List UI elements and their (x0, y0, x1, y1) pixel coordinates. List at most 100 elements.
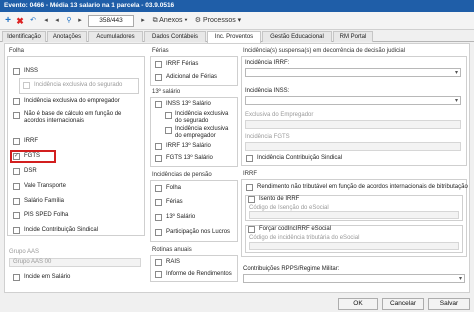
inss-checkbox[interactable] (13, 68, 20, 75)
inss-13-label: INSS 13º Salário (166, 101, 211, 107)
incide-sindical-label: Incide Contribuição Sindical (24, 227, 99, 233)
susp-inss-label: Incidência INSS: (245, 88, 290, 94)
pensao-13-label: 13º Salário (166, 214, 196, 220)
pensao-folha-checkbox[interactable] (155, 185, 162, 192)
incide-sindical-checkbox[interactable] (13, 227, 20, 234)
susp-emp-field[interactable] (245, 120, 461, 129)
back-icon[interactable]: ◂ (41, 14, 51, 28)
x-icon[interactable]: ✖ (15, 14, 25, 28)
informe-checkbox[interactable] (155, 271, 162, 278)
rpps-label: Contribuições RPPS/Regime Militar: (243, 266, 340, 272)
pensao-folha-label: Folha (166, 185, 182, 191)
dsr-label: DSR (24, 168, 37, 174)
susp-sindical-checkbox[interactable] (246, 155, 253, 162)
aas-label: Grupo AAS 00 (13, 259, 52, 265)
toolbar: + ✖ ↶ ◂ ◂ ⚲ ▸ 358/443 ▸ ⧉ Anexos ▾ ⚙ Pro… (0, 12, 474, 30)
next-icon[interactable]: ▸ (138, 14, 148, 28)
ferias-title: Férias (152, 48, 169, 54)
cod-inc-field[interactable] (249, 242, 459, 250)
inss-seg-label: Incidência exclusiva do segurado (34, 82, 123, 88)
forcar-label: Forçar codIncIRRF eSocial (259, 226, 332, 232)
record-counter: 358/443 (88, 15, 134, 27)
pensao-part-label: Participação nos Lucros (166, 229, 231, 235)
tab-anotacoes[interactable]: Anotações (47, 31, 87, 42)
window-title: Evento: 0466 - Média 13 salario na 1 par… (0, 0, 474, 12)
inss-13-checkbox[interactable] (155, 101, 162, 108)
susp-irrf-select[interactable] (245, 68, 461, 77)
plus-icon[interactable]: + (3, 14, 13, 28)
inss-label: INSS (24, 68, 39, 74)
irrf-ferias-checkbox[interactable] (155, 61, 162, 68)
undo-icon[interactable]: ↶ (28, 14, 38, 28)
tab-identificacao[interactable]: Identificação (2, 31, 46, 42)
rpps-select[interactable] (243, 274, 465, 283)
aas-title: Grupo AAS (9, 249, 40, 255)
susp-fgts-label: Incidência FGTS (245, 134, 290, 140)
susp-inss-select[interactable] (245, 96, 461, 105)
rend-nao-trib-label: Rendimento não tributável em função de a… (257, 184, 468, 190)
rais-checkbox[interactable] (155, 259, 162, 266)
isento-irrf-checkbox[interactable] (248, 196, 255, 203)
irrf-13-checkbox[interactable] (155, 143, 162, 150)
folha-title: Folha (9, 48, 25, 54)
susp-title: Incidência(s) suspensa(s) em decorrência… (243, 48, 406, 54)
cancel-button[interactable]: Cancelar (382, 298, 424, 310)
susp-emp-label: Exclusiva do Empregador (245, 112, 314, 118)
forcar-checkbox[interactable] (248, 226, 255, 233)
cod-isencao-field[interactable] (249, 211, 459, 219)
susp-irrf-label: Incidência IRRF: (245, 60, 290, 66)
tab-dados-contabeis[interactable]: Dados Contábeis (144, 31, 206, 42)
arrow-icon[interactable]: ▸ (75, 14, 85, 28)
anexos-button[interactable]: ⧉ Anexos ▾ (150, 14, 190, 28)
fgts-13-label: FGTS 13º Salário (166, 155, 213, 161)
processos-button[interactable]: ⚙ Processos ▾ (192, 14, 244, 28)
search-icon[interactable]: ⚲ (64, 14, 74, 28)
tab-rm-portal[interactable]: RM Portal (333, 31, 373, 42)
vale-checkbox[interactable] (13, 183, 20, 190)
irrf-checkbox[interactable] (13, 138, 20, 145)
inss-seg-checkbox[interactable] (23, 82, 30, 89)
ok-button[interactable]: OK (338, 298, 378, 310)
dsr-checkbox[interactable] (13, 168, 20, 175)
nao-base-checkbox[interactable] (13, 112, 20, 119)
anexos-label: Anexos (159, 17, 183, 24)
susp-fgts-field[interactable] (245, 142, 461, 151)
vale-label: Vale Transporte (24, 183, 66, 189)
tab-bar: Identificação Anotações Acumuladores Dad… (0, 31, 474, 43)
decimo-seg-label: Incidência exclusiva do segurado (175, 111, 229, 124)
pensao-ferias-checkbox[interactable] (155, 199, 162, 206)
salfam-label: Salário Família (24, 198, 65, 204)
fgts-13-checkbox[interactable] (155, 155, 162, 162)
adic-ferias-checkbox[interactable] (155, 74, 162, 81)
rotinas-title: Rotinas anuais (152, 247, 192, 253)
pensao-title: Incidências de pensão (152, 172, 212, 178)
irrf-13-label: IRRF 13º Salário (166, 143, 211, 149)
pis-label: PIS SPED Folha (24, 212, 69, 218)
irrf-section-title: IRRF (243, 171, 257, 177)
fgts-checkbox[interactable] (13, 152, 20, 160)
rend-nao-trib-checkbox[interactable] (246, 184, 253, 191)
tab-inc-proventos[interactable]: Inc. Proventos (207, 31, 261, 43)
susp-sindical-label: Incidência Contribuição Sindical (257, 155, 343, 161)
prev-icon[interactable]: ◂ (52, 14, 62, 28)
decimo-seg-checkbox[interactable] (165, 112, 172, 119)
informe-label: Informe de Rendimentos (166, 271, 232, 277)
inss-emp-label: Incidência exclusiva do empregador (24, 98, 120, 104)
irrf-ferias-label: IRRF Férias (166, 61, 199, 67)
incide-abono-checkbox[interactable] (13, 274, 20, 281)
cod-inc-label: Código de incidência tributária do eSoci… (249, 235, 360, 241)
pensao-ferias-label: Férias (166, 199, 183, 205)
decimo-emp-checkbox[interactable] (165, 127, 172, 134)
content-area: Folha INSS Incidência exclusiva do segur… (4, 43, 470, 293)
salfam-checkbox[interactable] (13, 198, 20, 205)
tab-acumuladores[interactable]: Acumuladores (88, 31, 143, 42)
pensao-13-checkbox[interactable] (155, 214, 162, 221)
inss-emp-checkbox[interactable] (13, 98, 20, 105)
incide-abono-label: Incide em Salário (24, 274, 71, 280)
decimo-emp-label: Incidência exclusiva do empregador (175, 126, 229, 139)
pensao-part-checkbox[interactable] (155, 229, 162, 236)
tab-gestao-educacional[interactable]: Gestão Educacional (262, 31, 332, 42)
fgts-label: FGTS (24, 153, 40, 159)
pis-checkbox[interactable] (13, 212, 20, 219)
save-button[interactable]: Salvar (428, 298, 470, 310)
